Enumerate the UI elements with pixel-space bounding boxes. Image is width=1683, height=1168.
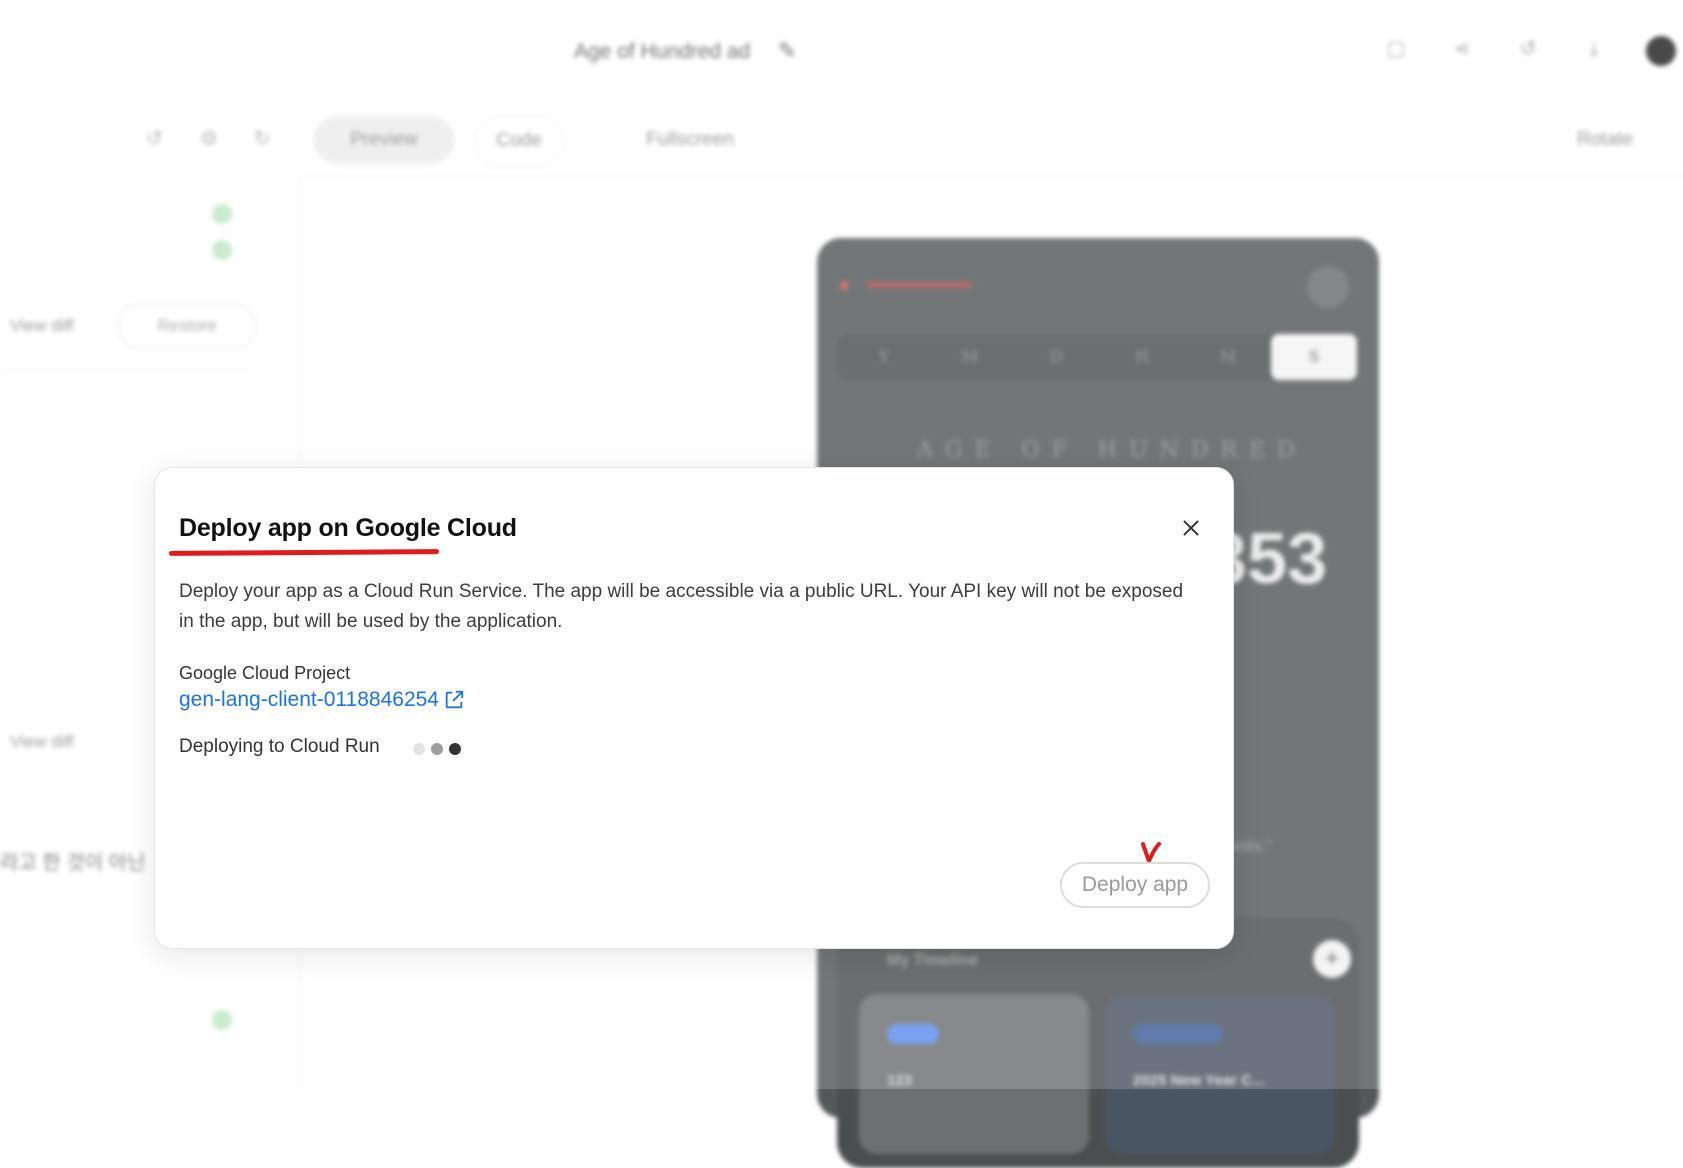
dialog-description: Deploy your app as a Cloud Run Service. …	[179, 581, 1184, 632]
loading-dot	[449, 743, 461, 755]
loading-dots	[413, 743, 461, 755]
dialog-title: Deploy app on Google Cloud	[179, 514, 517, 542]
external-link-icon	[445, 690, 464, 709]
close-icon[interactable]	[1171, 508, 1211, 548]
loading-dot	[413, 743, 425, 755]
deploy-status: Deploying to Cloud Run	[179, 736, 380, 757]
project-label: Google Cloud Project	[179, 663, 351, 683]
project-id: gen-lang-client-0118846254	[179, 688, 439, 711]
deploy-app-button[interactable]: Deploy app	[1060, 862, 1210, 908]
deploy-dialog: Deploy app on Google Cloud Deploy your a…	[154, 467, 1234, 949]
annotation-underline	[168, 549, 440, 556]
loading-dot	[431, 743, 443, 755]
project-link[interactable]: gen-lang-client-0118846254	[179, 688, 465, 712]
